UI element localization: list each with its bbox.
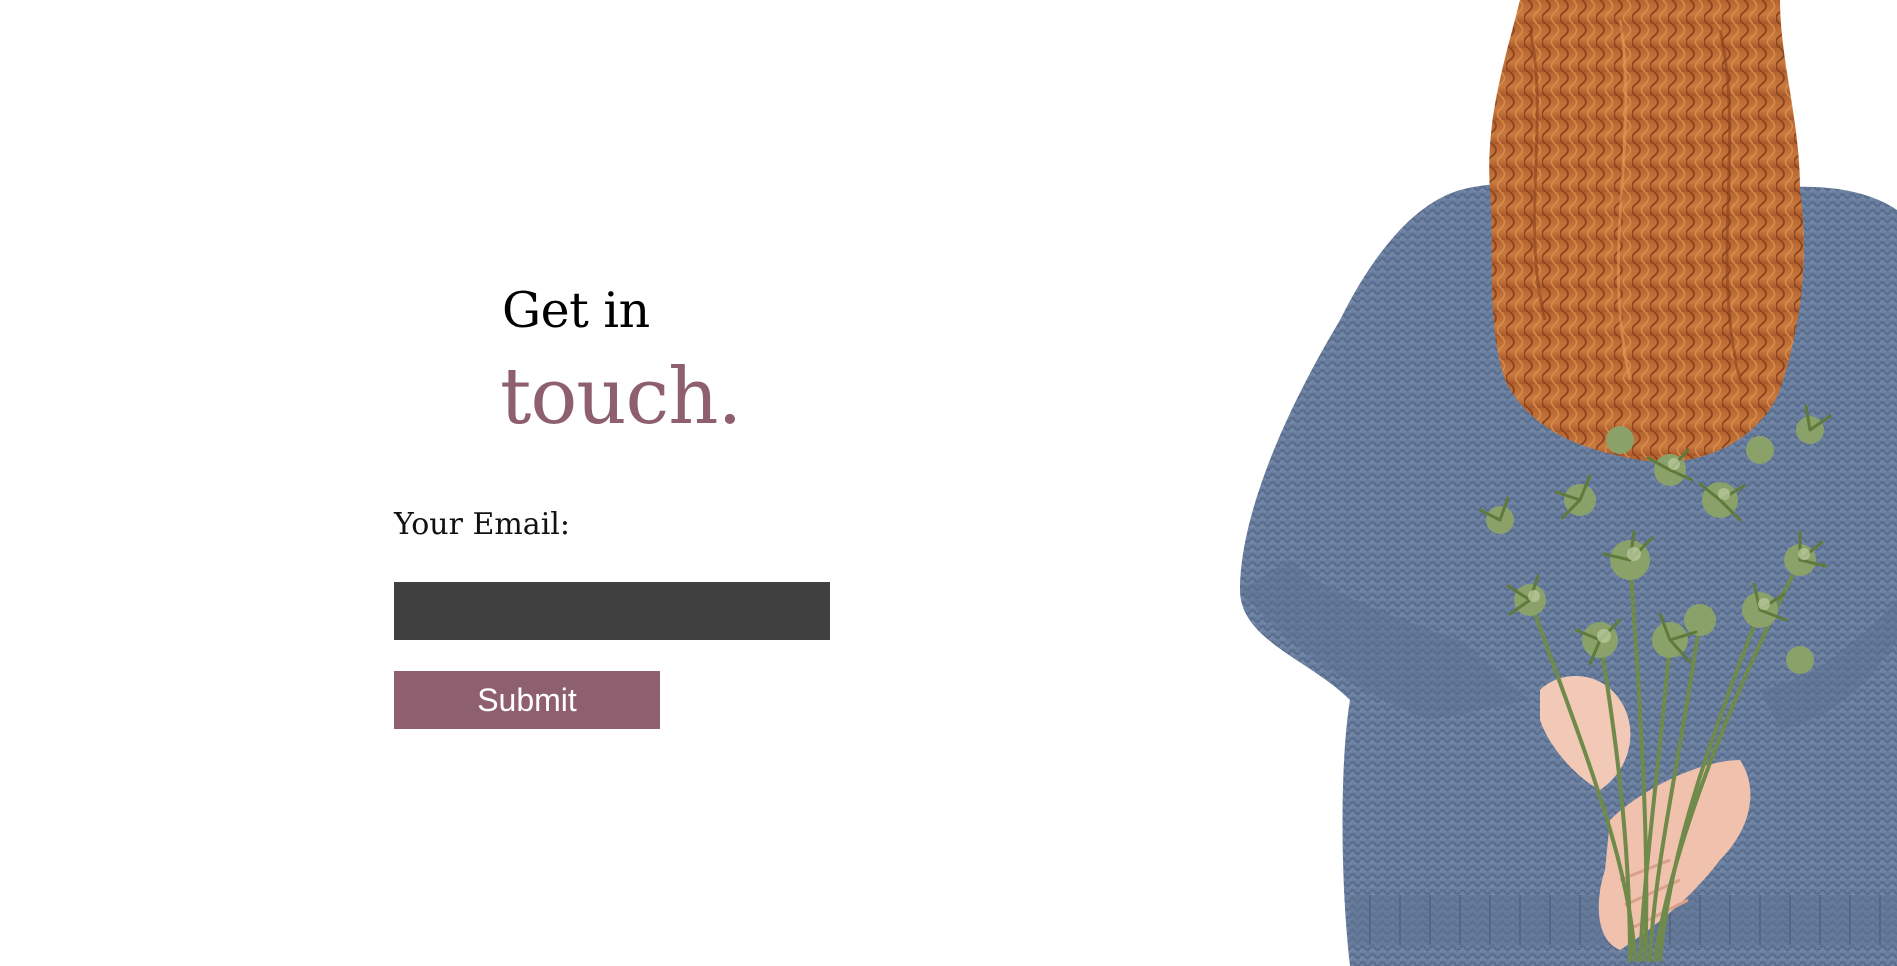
heading-get-in: Get in <box>502 282 650 339</box>
email-label: Your Email: <box>394 507 570 542</box>
woman-with-bouquet-photo <box>1240 0 1897 966</box>
submit-button[interactable]: Submit <box>394 671 660 729</box>
contact-page: Get in touch. Your Email: Submit <box>0 0 1897 966</box>
heading-touch: touch. <box>500 352 742 442</box>
email-input[interactable] <box>394 582 830 640</box>
